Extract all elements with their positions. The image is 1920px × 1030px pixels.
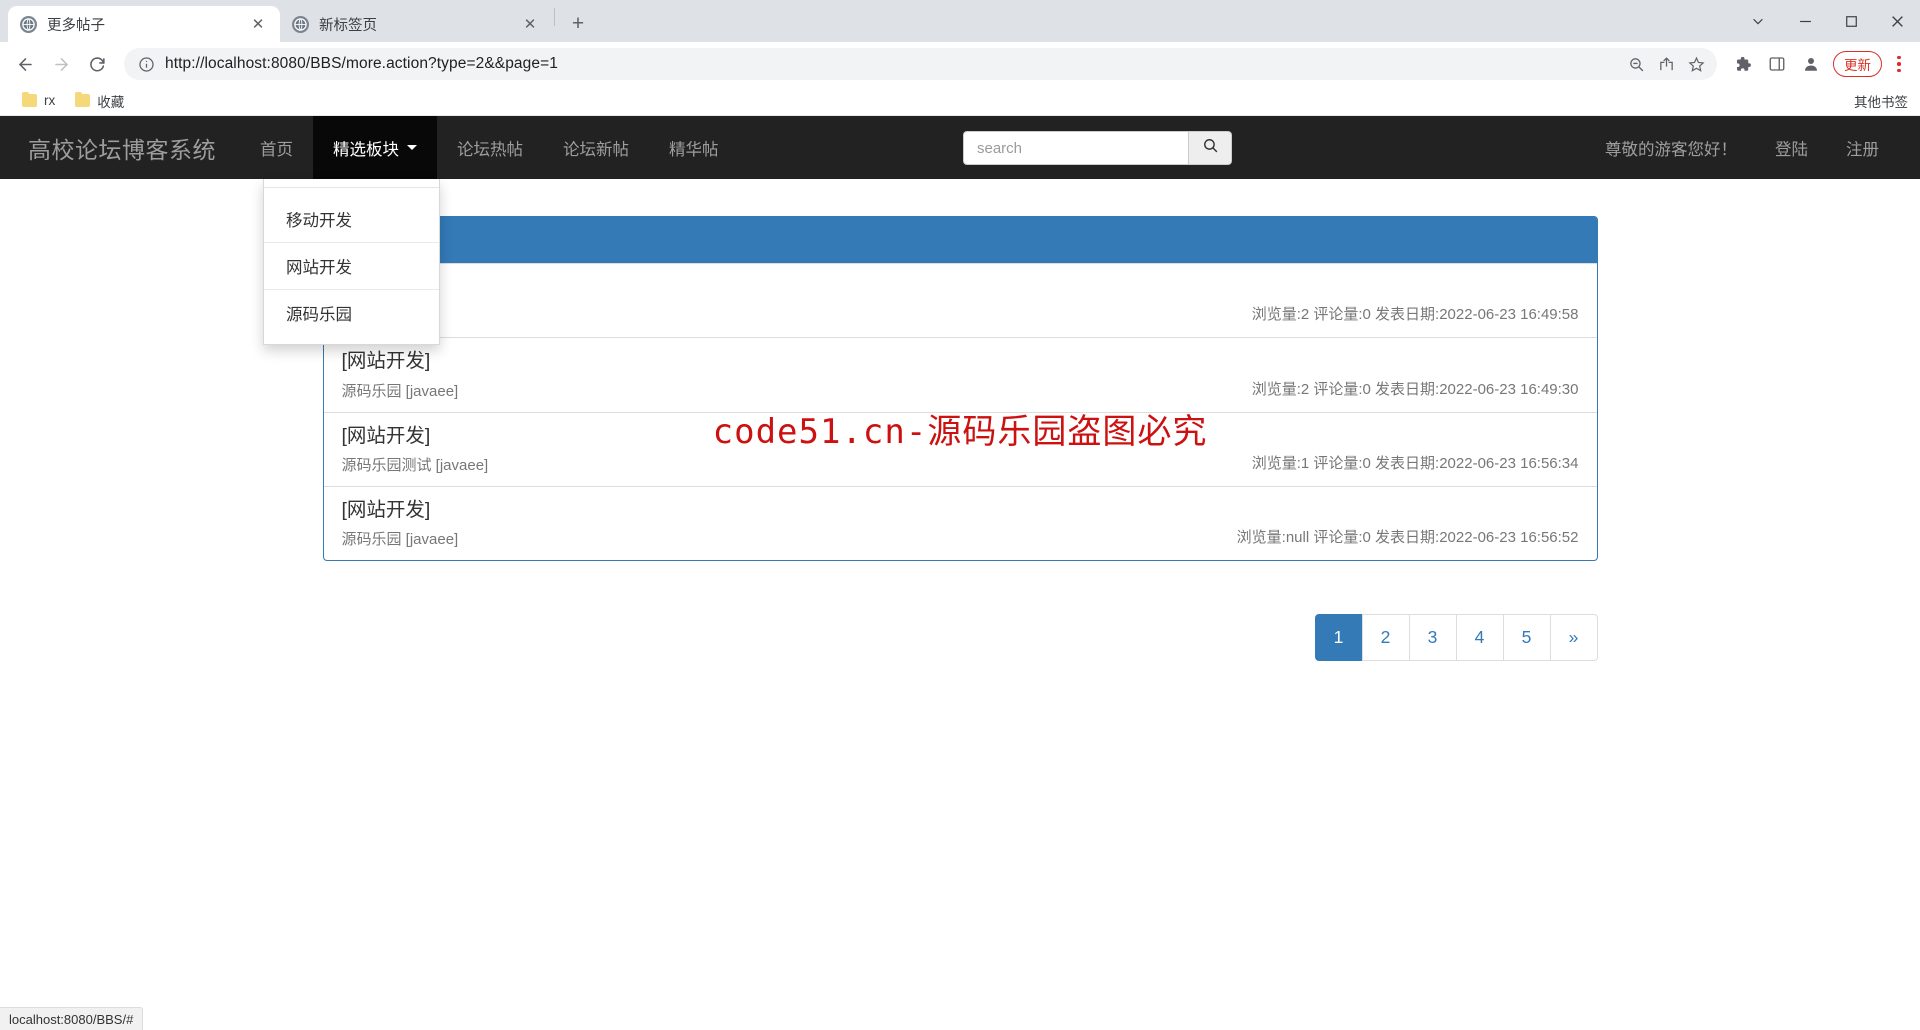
page-content: 高校论坛博客系统 首页 精选板块 论坛热帖 论坛新帖 精华帖 search 尊敬… [0,116,1920,1030]
profile-icon[interactable] [1795,48,1827,80]
post-subtitle: 源码乐园 [javaee] [341,382,459,400]
tab-title: 新标签页 [319,17,377,34]
bookmark-label: 收藏 [97,94,125,110]
post-subtitle: 源码乐园 [javaee] [341,531,459,549]
post-title[interactable]: [网站开发] [342,350,459,372]
chevron-down-icon [407,145,417,150]
url-text: http://localhost:8080/BBS/more.action?ty… [165,55,558,72]
nav-item-label: 论坛新帖 [563,140,629,159]
table-row[interactable]: [网站开发] 源码乐园 [javaee] 浏览量:null 评论量:0 发表日期… [323,486,1597,560]
status-bar: localhost:8080/BBS/# [0,1007,144,1030]
side-panel-icon[interactable] [1761,48,1793,80]
reload-button[interactable] [80,47,114,81]
globe-icon [292,15,309,33]
dropdown-item-web-dev[interactable]: 网站开发 [264,242,439,289]
post-info: [网站开发] 源码乐园 [javaee] [342,350,459,400]
browser-titlebar: 更多帖子 ✕ 新标签页 ✕ + [0,0,1920,42]
table-row[interactable]: [网站开发] 源码乐园测试 [javaee] 浏览量:1 评论量:0 发表日期:… [323,411,1597,486]
panel-title: 网站开发: [323,217,1597,263]
dropdown-item-mobile-dev[interactable]: 移动开发 [264,196,439,242]
browser-toolbar: http://localhost:8080/BBS/more.action?ty… [0,42,1920,86]
page-button-5[interactable]: 5 [1502,614,1551,662]
post-meta: 浏览量:2 评论量:0 发表日期:2022-06-23 16:49:30 [1251,380,1579,398]
search-button[interactable] [1188,131,1232,165]
new-tab-button[interactable]: + [563,9,593,39]
search-form [963,131,1232,165]
nav-item-label: 论坛热帖 [457,140,523,159]
nav-item-label: 精选板块 [333,140,399,159]
omnibox-actions [1623,51,1709,77]
post-info: [网站开发] 源码乐园 [javaee] [342,499,459,549]
bookmark-favorites[interactable]: 收藏 [67,88,132,114]
back-button[interactable] [8,47,42,81]
zoom-icon[interactable] [1623,51,1649,77]
table-row[interactable]: [网站开发] 源码乐园 [php] 浏览量:2 评论量:0 发表日期:2022-… [323,262,1597,337]
tab-title: 更多帖子 [47,17,105,34]
bookmark-rx[interactable]: rx [14,90,63,111]
update-button[interactable]: 更新 [1833,51,1882,77]
minimize-button[interactable] [1782,0,1828,42]
post-title[interactable]: [网站开发] [342,499,459,521]
page-button-4[interactable]: 4 [1455,614,1504,662]
page-button-2[interactable]: 2 [1361,614,1410,662]
bookmarks-bar: rx 收藏 其他书签 [0,86,1920,116]
share-icon[interactable] [1653,51,1679,77]
kebab-menu-icon[interactable] [1886,48,1912,80]
bookmark-label: rx [44,93,56,108]
dropdown-item-source-garden[interactable]: 源码乐园 [264,289,439,336]
folder-icon [22,91,37,107]
guest-greeting: 尊敬的游客您好！ [1605,140,1737,159]
dropdown-divider [264,187,439,188]
page-button-1[interactable]: 1 [1314,614,1363,662]
posts-panel: 网站开发: [网站开发] 源码乐园 [php] 浏览量:2 评论量:0 发表日期… [322,216,1598,562]
post-info: [网站开发] 源码乐园测试 [javaee] [342,425,489,475]
post-meta: 浏览量:1 评论量:0 发表日期:2022-06-23 16:56:34 [1251,455,1579,473]
nav-item-label: 精华帖 [669,140,719,159]
globe-icon [20,15,37,33]
site-navbar: 高校论坛博客系统 首页 精选板块 论坛热帖 论坛新帖 精华帖 search 尊敬… [0,116,1920,179]
search-input[interactable] [963,131,1188,165]
browser-tab-0[interactable]: 更多帖子 ✕ [8,6,280,42]
nav-items: 首页 精选板块 论坛热帖 论坛新帖 精华帖 [240,116,739,179]
address-bar[interactable]: http://localhost:8080/BBS/more.action?ty… [124,48,1717,80]
other-bookmarks-button[interactable]: 其他书签 [1847,91,1908,111]
other-bookmarks-label: 其他书签 [1854,94,1908,110]
post-meta: 浏览量:2 评论量:0 发表日期:2022-06-23 16:49:58 [1251,306,1579,324]
maximize-button[interactable] [1828,0,1874,42]
login-link[interactable]: 登陆 [1756,136,1827,160]
register-link[interactable]: 注册 [1827,136,1898,160]
star-icon[interactable] [1683,51,1709,77]
tab-divider [554,8,555,26]
pagination: 1 2 3 4 5 » [323,614,1598,662]
info-circle-icon[interactable] [138,56,155,73]
browser-tab-1[interactable]: 新标签页 ✕ [280,6,552,42]
forward-button[interactable] [44,47,78,81]
close-icon[interactable]: ✕ [520,14,540,34]
featured-boards-dropdown: 移动开发 网站开发 源码乐园 [263,179,440,345]
post-subtitle: 源码乐园测试 [javaee] [341,457,489,475]
window-controls [1744,0,1920,42]
close-icon[interactable]: ✕ [248,14,268,34]
nav-item-hot-posts[interactable]: 论坛热帖 [437,116,543,179]
table-row[interactable]: [网站开发] 源码乐园 [javaee] 浏览量:2 评论量:0 发表日期:20… [323,337,1597,411]
extensions-icon[interactable] [1727,48,1759,80]
search-icon [1202,137,1219,159]
post-title[interactable]: [网站开发] [342,425,489,447]
site-brand[interactable]: 高校论坛博客系统 [0,116,240,179]
post-meta: 浏览量:null 评论量:0 发表日期:2022-06-23 16:56:52 [1236,529,1579,547]
chevron-down-icon[interactable] [1744,0,1772,42]
nav-item-new-posts[interactable]: 论坛新帖 [543,116,649,179]
folder-icon [75,91,91,107]
nav-item-featured-boards[interactable]: 精选板块 [313,116,437,179]
tab-strip: 更多帖子 ✕ 新标签页 ✕ + [0,0,1920,42]
page-button-3[interactable]: 3 [1408,614,1457,662]
nav-item-home[interactable]: 首页 [240,116,313,179]
nav-item-label: 首页 [260,140,293,159]
main-container: 网站开发: [网站开发] 源码乐园 [php] 浏览量:2 评论量:0 发表日期… [322,179,1598,662]
user-area: 尊敬的游客您好！ 登陆 注册 [1586,116,1898,179]
close-window-button[interactable] [1874,0,1920,42]
page-button-next[interactable]: » [1549,614,1598,662]
nav-item-essence-posts[interactable]: 精华帖 [649,116,739,179]
